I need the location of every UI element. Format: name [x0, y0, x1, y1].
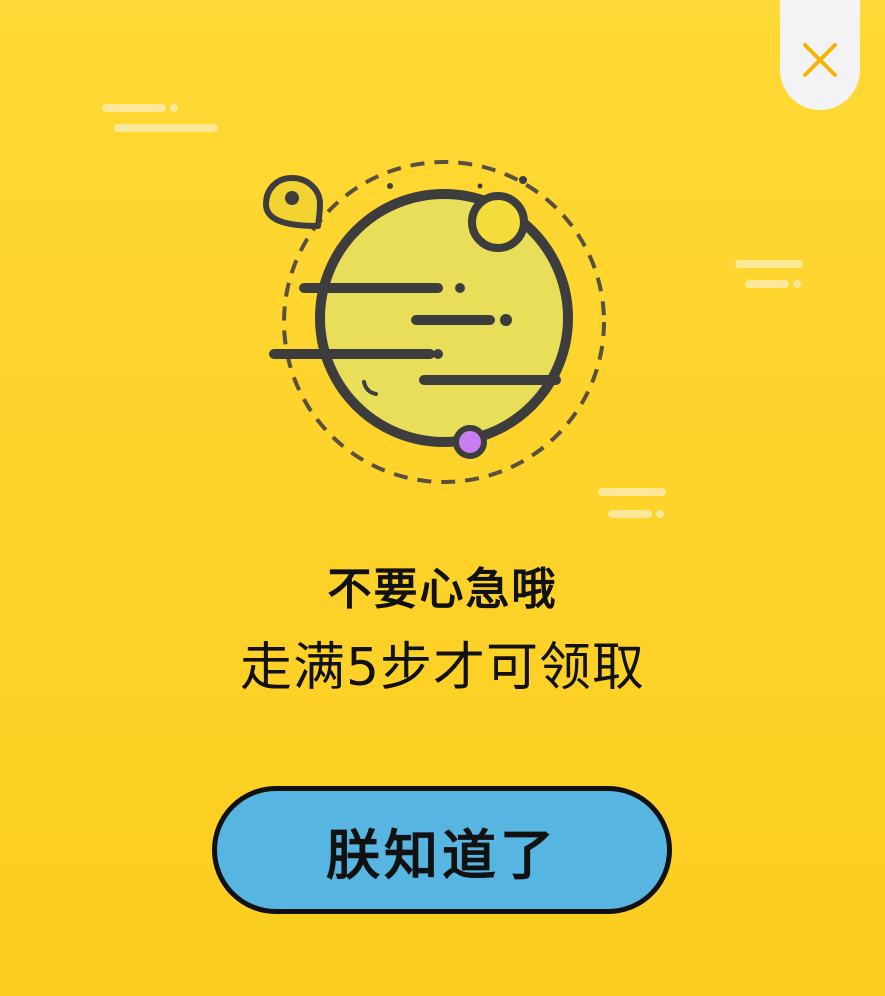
confirm-button-label: 朕知道了: [326, 823, 558, 887]
dialog-message: 走满5步才可领取: [239, 638, 646, 698]
confirm-button[interactable]: 朕知道了: [212, 786, 672, 914]
dialog-title: 不要心急哦: [327, 564, 558, 615]
location-pin-icon: [263, 175, 323, 229]
reward-dialog: 不要心急哦 走满5步才可领取 朕知道了: [0, 0, 885, 996]
close-button[interactable]: [780, 0, 860, 110]
planet-illustration: [263, 160, 606, 484]
close-icon: [803, 43, 837, 77]
